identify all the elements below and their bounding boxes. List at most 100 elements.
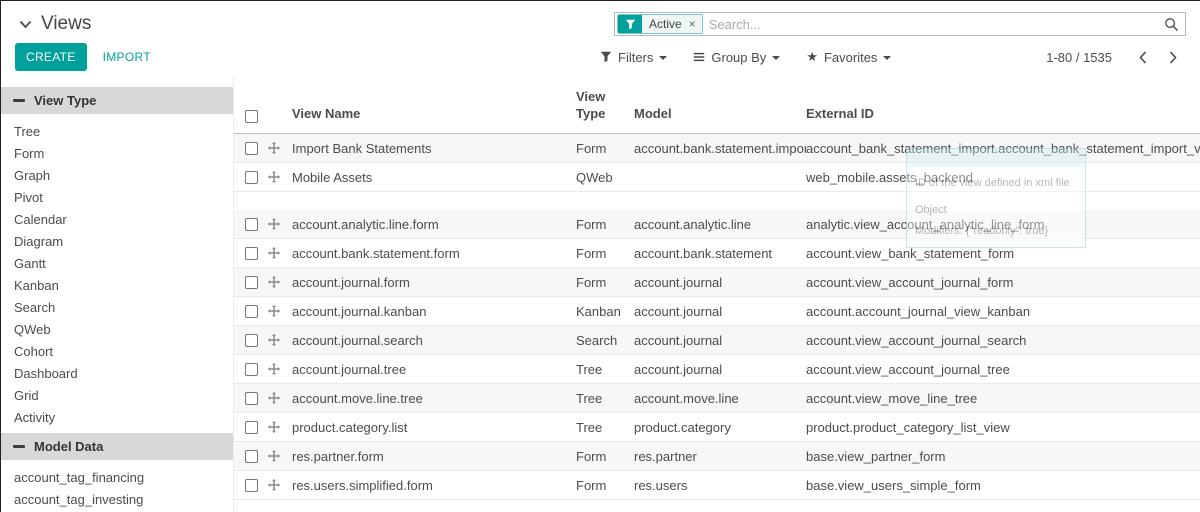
search-bar[interactable]: Active × Search... <box>614 12 1186 36</box>
sidebar-item-tree[interactable]: Tree <box>1 121 233 143</box>
table-row[interactable]: account.bank.statement.form Form account… <box>234 239 1200 268</box>
drag-handle-icon[interactable] <box>268 363 280 375</box>
app-window: Views Active × Search... CREATE IMPORT <box>0 0 1200 512</box>
list-body: Import Bank Statements Form account.bank… <box>234 134 1200 500</box>
table-row[interactable]: account.journal.search Search account.jo… <box>234 326 1200 355</box>
sidebar-item-label: Activity <box>14 410 55 425</box>
funnel-icon <box>600 51 612 63</box>
cell-view-type: Search <box>576 333 634 348</box>
caret-down-icon <box>772 56 780 60</box>
sidebar-item-label: Dashboard <box>14 366 78 381</box>
cell-model: account.journal <box>634 304 806 319</box>
table-row[interactable]: account.analytic.line.form Form account.… <box>234 210 1200 239</box>
column-header-external-id[interactable]: External ID <box>806 105 1200 123</box>
drag-handle-icon[interactable] <box>268 142 280 154</box>
sidebar-item-calendar[interactable]: Calendar <box>1 209 233 231</box>
row-checkbox[interactable] <box>245 218 258 231</box>
sidebar-item-grid[interactable]: Grid <box>1 385 233 407</box>
row-cell-select <box>234 276 268 289</box>
chevron-down-icon[interactable] <box>19 20 32 29</box>
row-checkbox[interactable] <box>245 334 258 347</box>
pager-next-button[interactable] <box>1160 49 1186 66</box>
row-checkbox[interactable] <box>245 392 258 405</box>
sidebar-item-label: account_tag_financing <box>14 470 144 485</box>
drag-handle-icon[interactable] <box>268 171 280 183</box>
drag-handle-icon[interactable] <box>268 305 280 317</box>
drag-handle-icon[interactable] <box>268 334 280 346</box>
cell-view-type: Form <box>576 478 634 493</box>
drag-handle-icon[interactable] <box>268 421 280 433</box>
pager-previous-button[interactable] <box>1130 49 1156 66</box>
sidebar-item-kanban[interactable]: Kanban <box>1 275 233 297</box>
caret-down-icon <box>659 56 667 60</box>
row-checkbox[interactable] <box>245 421 258 434</box>
row-checkbox[interactable] <box>245 276 258 289</box>
sidebar-item-label: Grid <box>14 388 39 403</box>
caret-down-icon <box>883 56 891 60</box>
table-row[interactable]: account.journal.tree Tree account.journa… <box>234 355 1200 384</box>
favorites-label: Favorites <box>824 50 877 65</box>
column-header-view-type[interactable]: View Type <box>576 88 634 123</box>
sidebar-item-search[interactable]: Search <box>1 297 233 319</box>
cell-external-id: account.view_account_journal_search <box>806 333 1200 348</box>
row-checkbox[interactable] <box>245 450 258 463</box>
table-row[interactable]: account.journal.kanban Kanban account.jo… <box>234 297 1200 326</box>
row-checkbox[interactable] <box>245 142 258 155</box>
cell-view-type: QWeb <box>576 170 634 185</box>
star-icon: ★ <box>806 49 818 65</box>
sidebar-item-activity[interactable]: Activity <box>1 407 233 429</box>
search-input[interactable]: Search... <box>709 17 1164 32</box>
sidebar-item-cohort[interactable]: Cohort <box>1 341 233 363</box>
favorites-dropdown[interactable]: ★ Favorites <box>806 49 891 65</box>
drag-handle-icon[interactable] <box>268 276 280 288</box>
group-by-dropdown[interactable]: Group By <box>693 50 780 65</box>
sidebar-item-form[interactable]: Form <box>1 143 233 165</box>
row-cell-select <box>234 479 268 492</box>
select-all-checkbox[interactable] <box>245 110 258 123</box>
drag-handle-icon[interactable] <box>268 247 280 259</box>
filters-dropdown[interactable]: Filters <box>600 50 667 65</box>
row-checkbox[interactable] <box>245 171 258 184</box>
cell-external-id: account_bank_statement_import.account_ba… <box>806 141 1200 156</box>
drag-handle-icon[interactable] <box>268 392 280 404</box>
table-row[interactable]: account.move.line.tree Tree account.move… <box>234 384 1200 413</box>
search-facet-active[interactable]: Active × <box>617 14 703 34</box>
table-row[interactable]: account.journal.form Form account.journa… <box>234 268 1200 297</box>
sidebar-item-diagram[interactable]: Diagram <box>1 231 233 253</box>
row-cell-select <box>234 218 268 231</box>
create-button[interactable]: CREATE <box>15 43 87 71</box>
cell-view-type: Form <box>576 141 634 156</box>
sidebar-item-qweb[interactable]: QWeb <box>1 319 233 341</box>
row-checkbox[interactable] <box>245 305 258 318</box>
cell-view-type: Form <box>576 449 634 464</box>
sidebar-item-dashboard[interactable]: Dashboard <box>1 363 233 385</box>
column-header-view-name[interactable]: View Name <box>292 105 576 123</box>
table-row[interactable]: Import Bank Statements Form account.bank… <box>234 134 1200 163</box>
drag-handle-icon[interactable] <box>268 479 280 491</box>
table-row[interactable]: product.category.list Tree product.categ… <box>234 413 1200 442</box>
top-bar: Views Active × Search... <box>1 1 1200 43</box>
sidebar-item-graph[interactable]: Graph <box>1 165 233 187</box>
sidebar-item-account-tag-financing[interactable]: account_tag_financing <box>1 467 233 489</box>
row-checkbox[interactable] <box>245 247 258 260</box>
table-row[interactable]: res.partner.form Form res.partner base.v… <box>234 442 1200 471</box>
row-checkbox[interactable] <box>245 479 258 492</box>
cell-external-id: analytic.view_account_analytic_line_form <box>806 217 1200 232</box>
sidebar-item-account-tag-investing[interactable]: account_tag_investing <box>1 489 233 511</box>
sidebar-group-header[interactable]: Model Data <box>1 433 233 460</box>
row-checkbox[interactable] <box>245 363 258 376</box>
column-header-model[interactable]: Model <box>634 105 806 123</box>
sidebar-item-pivot[interactable]: Pivot <box>1 187 233 209</box>
group-by-label: Group By <box>711 50 766 65</box>
drag-handle-icon[interactable] <box>268 450 280 462</box>
import-button[interactable]: IMPORT <box>103 50 151 64</box>
table-row[interactable]: Mobile Assets QWeb web_mobile.assets_bac… <box>234 163 1200 192</box>
drag-handle-icon[interactable] <box>268 218 280 230</box>
facet-remove-icon[interactable]: × <box>684 15 702 33</box>
search-icon[interactable] <box>1164 17 1179 32</box>
table-row[interactable]: res.users.simplified.form Form res.users… <box>234 471 1200 500</box>
cell-model: account.move.line <box>634 391 806 406</box>
sidebar-group-header[interactable]: View Type <box>1 87 233 114</box>
sidebar-item-gantt[interactable]: Gantt <box>1 253 233 275</box>
list-view: View Name View Type Model External ID Im… <box>233 77 1200 512</box>
